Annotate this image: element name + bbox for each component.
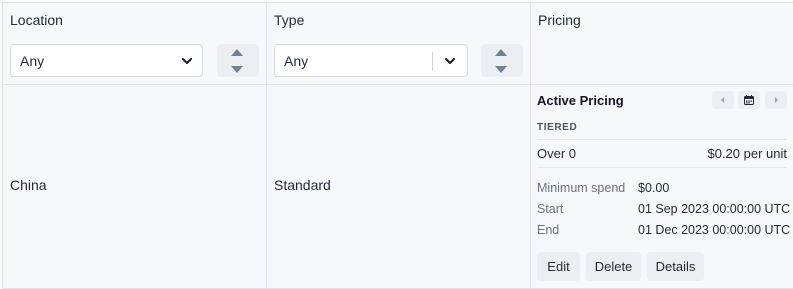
start-value: 01 Sep 2023 00:00:00 UTC	[638, 202, 791, 216]
previous-pricing-button[interactable]	[712, 91, 734, 109]
edit-button[interactable]: Edit	[537, 252, 580, 281]
location-sort-button[interactable]	[217, 44, 259, 77]
minimum-spend-value: $0.00	[638, 181, 670, 195]
type-header-label: Type	[274, 12, 305, 28]
chevron-right-icon	[775, 97, 778, 103]
chevron-down-icon	[182, 58, 192, 64]
location-filter-select[interactable]: Any	[10, 44, 203, 77]
pricing-table: Location Any Type Any Pricing China Stan…	[2, 2, 793, 289]
start-label: Start	[537, 202, 564, 216]
next-pricing-button[interactable]	[765, 91, 787, 109]
divider	[537, 139, 787, 140]
pricing-cell: Active Pricing TIERED Over 0 $0.20 per u…	[531, 85, 793, 289]
tier-type-label: TIERED	[537, 122, 578, 133]
sort-arrows-icon	[495, 49, 507, 73]
tier-price: $0.20 per unit	[707, 146, 787, 161]
calendar-icon	[744, 95, 754, 105]
type-sort-button[interactable]	[481, 44, 523, 77]
type-filter-value: Any	[284, 53, 309, 69]
type-value: Standard	[274, 177, 331, 193]
details-button[interactable]: Details	[647, 252, 704, 281]
divider	[537, 167, 787, 168]
end-label: End	[537, 223, 560, 237]
location-filter-value: Any	[20, 53, 45, 69]
delete-button[interactable]: Delete	[586, 252, 641, 281]
type-cell: Standard	[267, 85, 531, 289]
minimum-spend-label: Minimum spend	[537, 181, 626, 195]
location-header-cell: Location Any	[3, 3, 267, 85]
end-value: 01 Dec 2023 00:00:00 UTC	[638, 223, 791, 237]
chevron-down-icon	[445, 58, 455, 64]
active-pricing-title: Active Pricing	[537, 93, 624, 108]
select-divider	[432, 52, 433, 71]
tier-range: Over 0	[537, 146, 577, 161]
location-value: China	[10, 177, 47, 193]
chevron-left-icon	[721, 97, 724, 103]
pricing-header-label: Pricing	[538, 12, 581, 28]
sort-arrows-icon	[231, 49, 243, 73]
type-filter-select[interactable]: Any	[274, 44, 468, 77]
pricing-header-cell: Pricing	[531, 3, 793, 85]
location-header-label: Location	[10, 12, 63, 28]
type-header-cell: Type Any	[267, 3, 531, 85]
location-cell: China	[3, 85, 267, 289]
calendar-button[interactable]	[738, 91, 760, 109]
